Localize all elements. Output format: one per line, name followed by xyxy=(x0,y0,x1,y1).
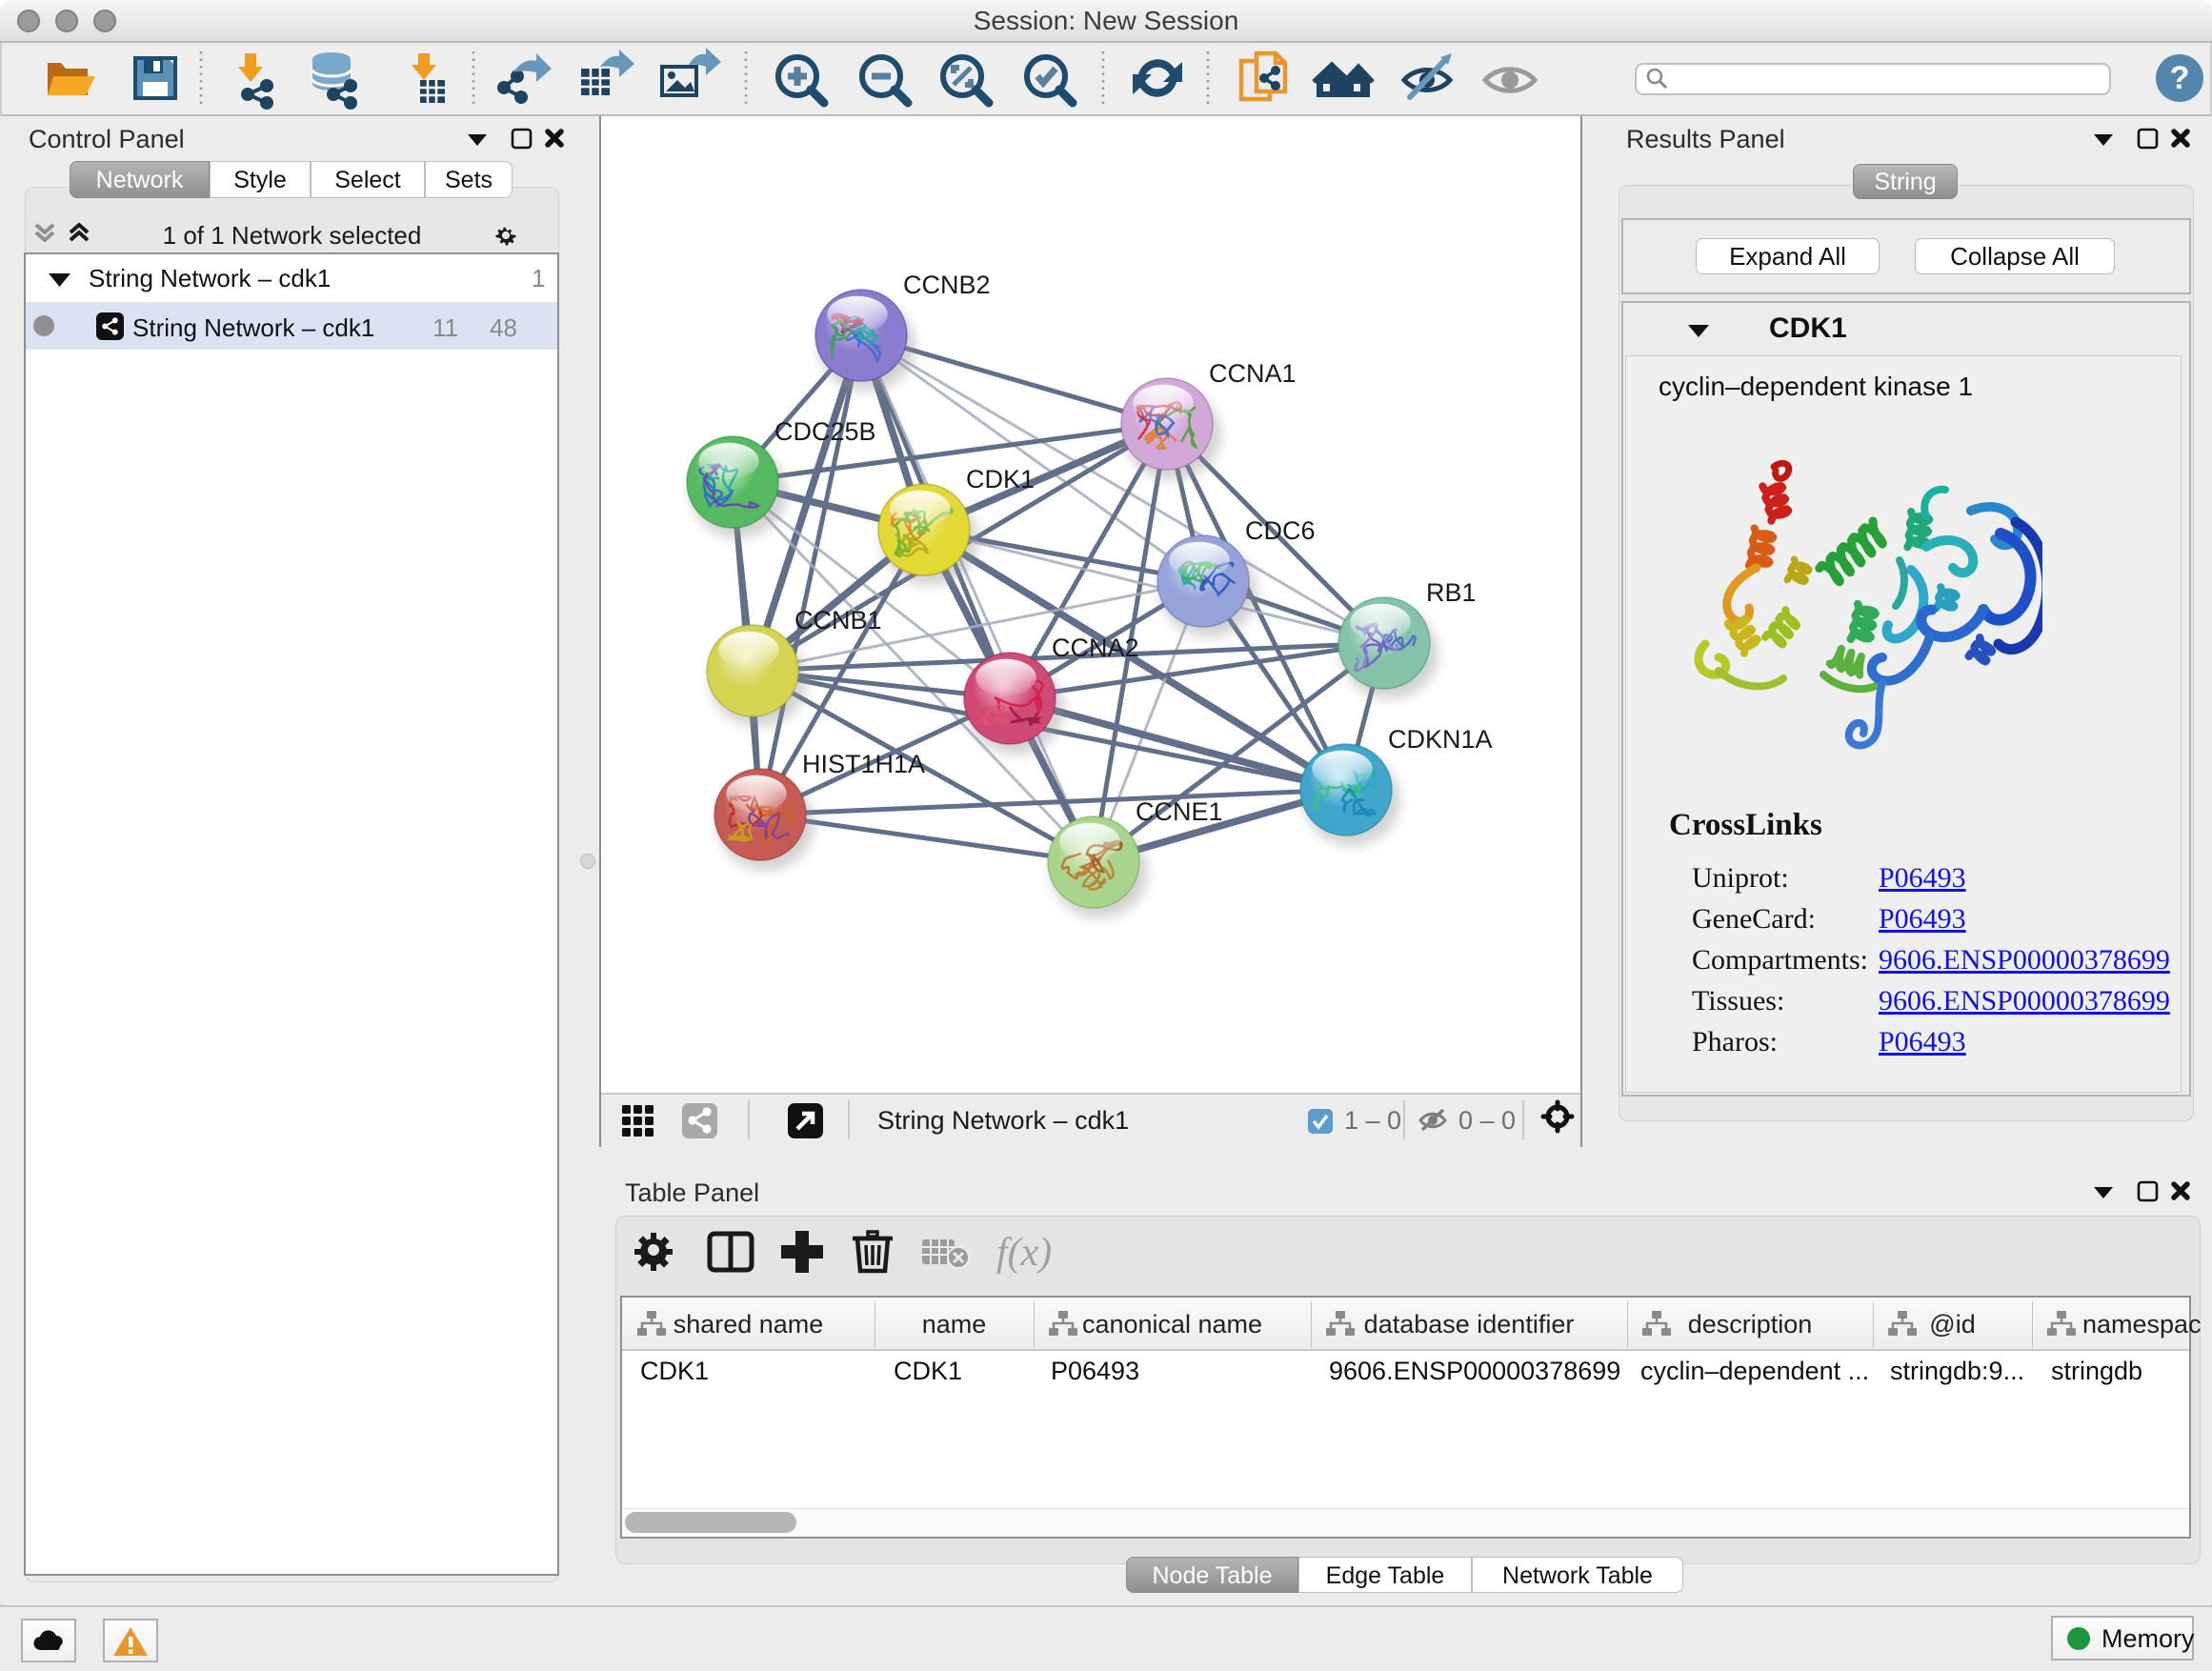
svg-text:CCNA1: CCNA1 xyxy=(1209,359,1297,388)
svg-text:CDK1: CDK1 xyxy=(966,465,1035,493)
svg-text:String Network – cdk1: String Network – cdk1 xyxy=(877,1106,1129,1135)
svg-text:CCNA2: CCNA2 xyxy=(1052,634,1139,662)
svg-text:RB1: RB1 xyxy=(1426,578,1477,607)
svg-text:CDC25B: CDC25B xyxy=(774,417,876,446)
svg-text:f(x): f(x) xyxy=(996,1231,1052,1275)
svg-text:CDC6: CDC6 xyxy=(1245,516,1316,545)
svg-text:HIST1H1A: HIST1H1A xyxy=(802,750,925,778)
svg-text:CCNE1: CCNE1 xyxy=(1136,797,1223,826)
svg-text:CCNB1: CCNB1 xyxy=(794,606,882,634)
svg-text:CCNB2: CCNB2 xyxy=(903,271,991,299)
svg-text:CDKN1A: CDKN1A xyxy=(1388,725,1493,754)
svg-text:1 – 0: 1 – 0 xyxy=(1344,1106,1401,1135)
svg-text:0 – 0: 0 – 0 xyxy=(1458,1106,1516,1135)
